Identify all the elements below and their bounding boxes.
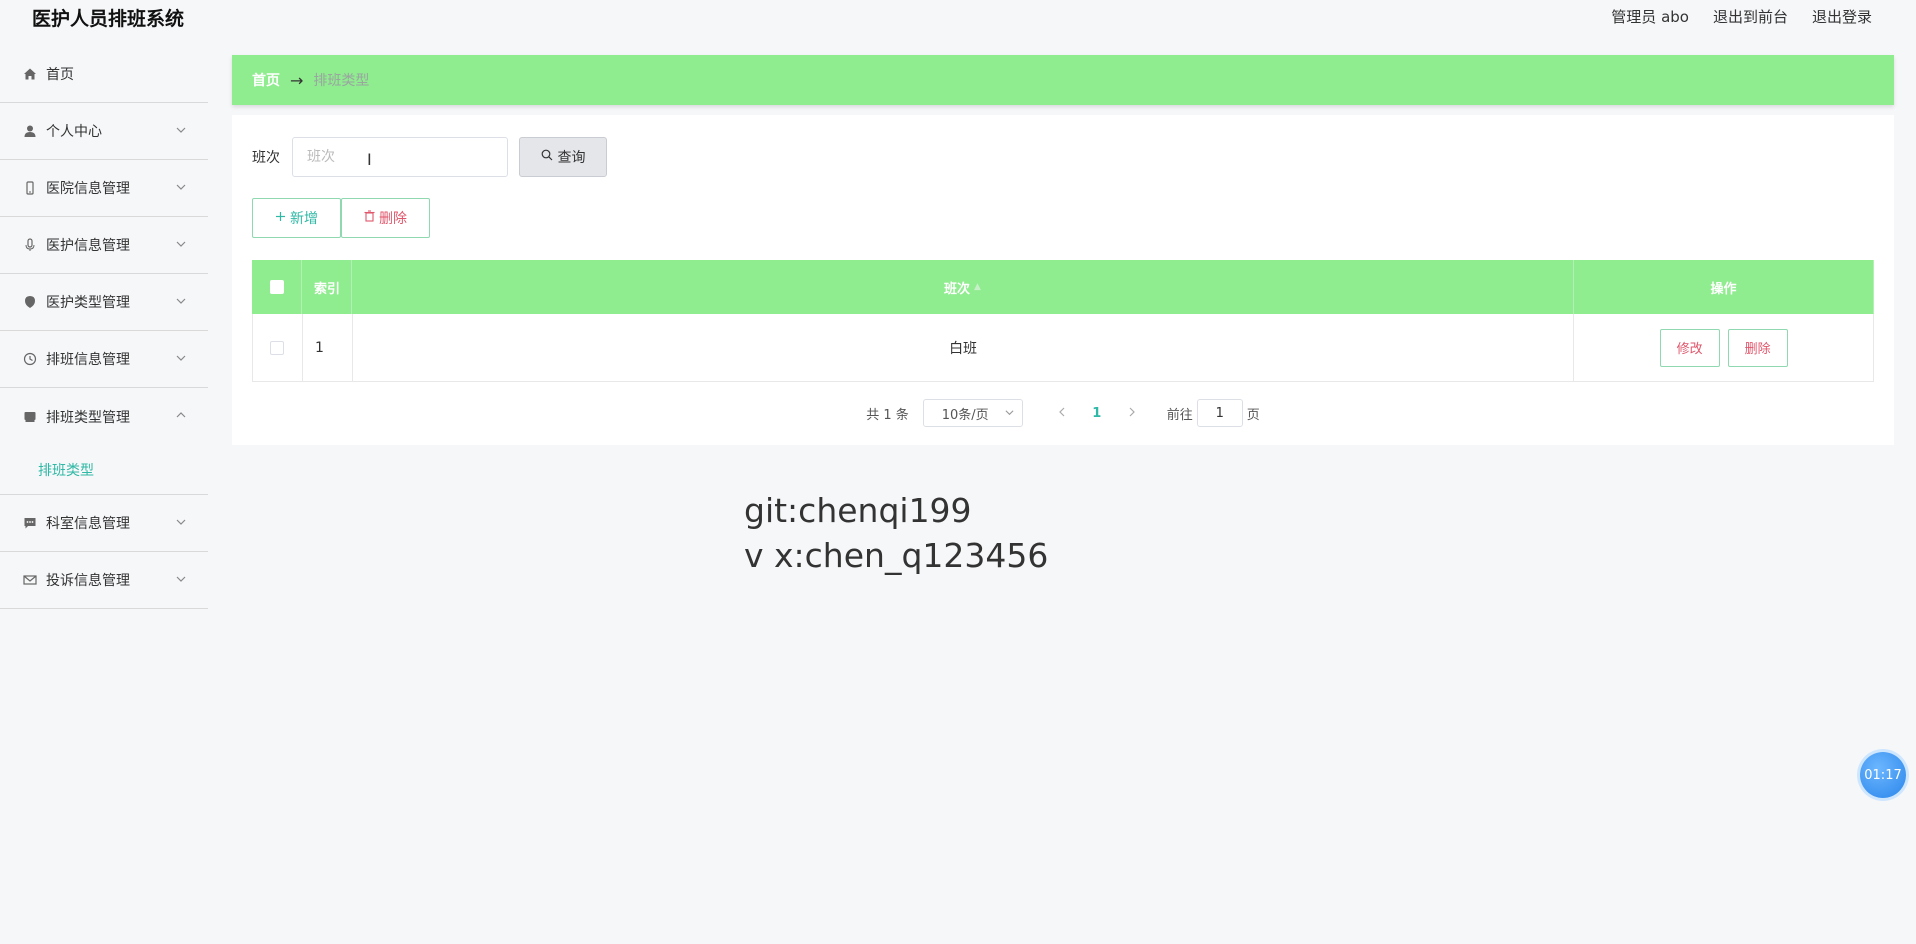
- chat-icon: [22, 515, 38, 531]
- row-shift: 白班: [353, 314, 1575, 381]
- sidebar-item-department[interactable]: 科室信息管理: [0, 495, 208, 552]
- search-row: 班次 查询: [252, 137, 607, 177]
- chevron-up-icon: [176, 408, 186, 424]
- phone-icon: [22, 180, 38, 196]
- prev-page-button[interactable]: [1047, 406, 1077, 421]
- pin-icon: [22, 294, 38, 310]
- current-page[interactable]: 1: [1077, 406, 1117, 421]
- sidebar-item-label: 医护信息管理: [46, 238, 130, 254]
- header-shift-label: 班次: [944, 281, 971, 297]
- action-row: 新增 删除: [252, 198, 430, 238]
- delete-button[interactable]: 删除: [1727, 328, 1788, 367]
- chevron-down-icon: [176, 123, 186, 139]
- breadcrumb-arrow-icon: →: [290, 70, 304, 90]
- table-header: 索引 班次 ▲ 操作: [252, 260, 1874, 314]
- total-count: 共 1 条: [866, 407, 909, 423]
- chevron-down-icon: [176, 180, 186, 196]
- text-cursor-icon: I: [367, 150, 372, 169]
- sidebar-item-label: 个人中心: [46, 124, 102, 140]
- sidebar-subitem-schedule-type[interactable]: 排班类型: [0, 445, 208, 495]
- header-checkbox-cell: [252, 260, 302, 314]
- search-button-label: 查询: [557, 150, 586, 166]
- goto-page-input[interactable]: [1196, 399, 1243, 427]
- header-index: 索引: [302, 260, 352, 314]
- trash-icon: [364, 210, 375, 226]
- row-index: 1: [303, 314, 353, 381]
- watermark-line1: git:chenqi199: [744, 491, 972, 530]
- chevron-down-icon: [176, 351, 186, 367]
- sort-icon[interactable]: ▲: [974, 282, 981, 292]
- search-label: 班次: [252, 150, 280, 166]
- batch-delete-button-label: 删除: [379, 211, 407, 227]
- app-title: 医护人员排班系统: [32, 8, 185, 30]
- watermark: git:chenqi199 v x:chen_q123456: [744, 488, 1048, 578]
- row-checkbox[interactable]: [270, 340, 285, 355]
- chevron-down-icon: [176, 294, 186, 310]
- next-page-button[interactable]: [1117, 406, 1147, 421]
- header-shift[interactable]: 班次 ▲: [352, 260, 1574, 314]
- sidebar-item-label: 科室信息管理: [46, 516, 130, 532]
- row-ops: 修改 删除: [1574, 314, 1874, 381]
- search-input[interactable]: [292, 137, 508, 177]
- sidebar-item-label: 医院信息管理: [46, 181, 130, 197]
- edit-button[interactable]: 修改: [1659, 328, 1720, 367]
- pagination: 共 1 条 10条/页 1 前往 页: [232, 399, 1894, 427]
- bed-icon: [22, 409, 38, 425]
- breadcrumb-home[interactable]: 首页: [252, 70, 280, 90]
- main-panel: 班次 查询 新增 删除 索引 班次 ▲ 操作: [232, 115, 1894, 445]
- sidebar-item-personal[interactable]: 个人中心: [0, 103, 208, 160]
- logout-link[interactable]: 退出登录: [1812, 6, 1872, 27]
- breadcrumb: 首页 → 排班类型: [232, 55, 1894, 105]
- sidebar-item-schedule-type[interactable]: 排班类型管理: [0, 388, 208, 445]
- sidebar-item-staff-type[interactable]: 医护类型管理: [0, 274, 208, 331]
- sidebar-item-home[interactable]: 首页: [0, 46, 208, 103]
- table-row: 1 白班 修改 删除: [252, 314, 1874, 382]
- sidebar-item-label: 排班信息管理: [46, 352, 130, 368]
- add-button[interactable]: 新增: [252, 198, 341, 238]
- sidebar-item-complaint[interactable]: 投诉信息管理: [0, 552, 208, 609]
- top-links: 管理员 abo 退出到前台 退出登录: [1611, 6, 1872, 27]
- microphone-icon: [22, 237, 38, 253]
- breadcrumb-current: 排班类型: [313, 73, 370, 89]
- goto-page: 前往 页: [1167, 399, 1260, 427]
- add-button-label: 新增: [290, 211, 318, 227]
- search-icon: [541, 149, 553, 165]
- sidebar-item-hospital[interactable]: 医院信息管理: [0, 160, 208, 217]
- chevron-down-icon: [176, 572, 186, 588]
- to-front-link[interactable]: 退出到前台: [1713, 6, 1788, 27]
- sidebar-item-label: 排班类型管理: [46, 409, 130, 426]
- timer-badge[interactable]: 01:17: [1860, 752, 1906, 798]
- watermark-line2: v x:chen_q123456: [744, 536, 1049, 575]
- sidebar-item-label: 投诉信息管理: [46, 573, 130, 589]
- sidebar: 首页 个人中心 医院信息管理 医护信息管理 医护类型管理 排班信息管理 排班类型…: [0, 46, 208, 944]
- batch-delete-button[interactable]: 删除: [341, 198, 430, 238]
- top-bar: 医护人员排班系统 管理员 abo 退出到前台 退出登录: [0, 0, 1916, 34]
- mail-icon: [22, 572, 38, 588]
- sidebar-item-schedule[interactable]: 排班信息管理: [0, 331, 208, 388]
- chevron-down-icon: [176, 515, 186, 531]
- row-checkbox-cell: [253, 314, 303, 381]
- page-size-value: 10条/页: [941, 407, 989, 423]
- chevron-down-icon: [176, 237, 186, 253]
- select-all-checkbox[interactable]: [269, 280, 284, 294]
- sidebar-item-label: 医护类型管理: [46, 295, 130, 311]
- user-icon: [22, 123, 38, 139]
- clock-icon: [22, 351, 38, 367]
- goto-label: 前往: [1166, 407, 1193, 423]
- plus-icon: [275, 210, 286, 226]
- sidebar-item-staff[interactable]: 医护信息管理: [0, 217, 208, 274]
- header-ops: 操作: [1574, 260, 1874, 314]
- chevron-down-icon: [1005, 406, 1014, 421]
- data-table: 索引 班次 ▲ 操作 1 白班 修改 删除: [252, 260, 1874, 382]
- home-icon: [22, 66, 38, 82]
- page-size-select[interactable]: 10条/页: [922, 399, 1023, 427]
- search-button[interactable]: 查询: [519, 137, 607, 177]
- sidebar-item-label: 首页: [46, 67, 74, 83]
- admin-label[interactable]: 管理员 abo: [1611, 6, 1689, 27]
- goto-suffix: 页: [1246, 407, 1260, 423]
